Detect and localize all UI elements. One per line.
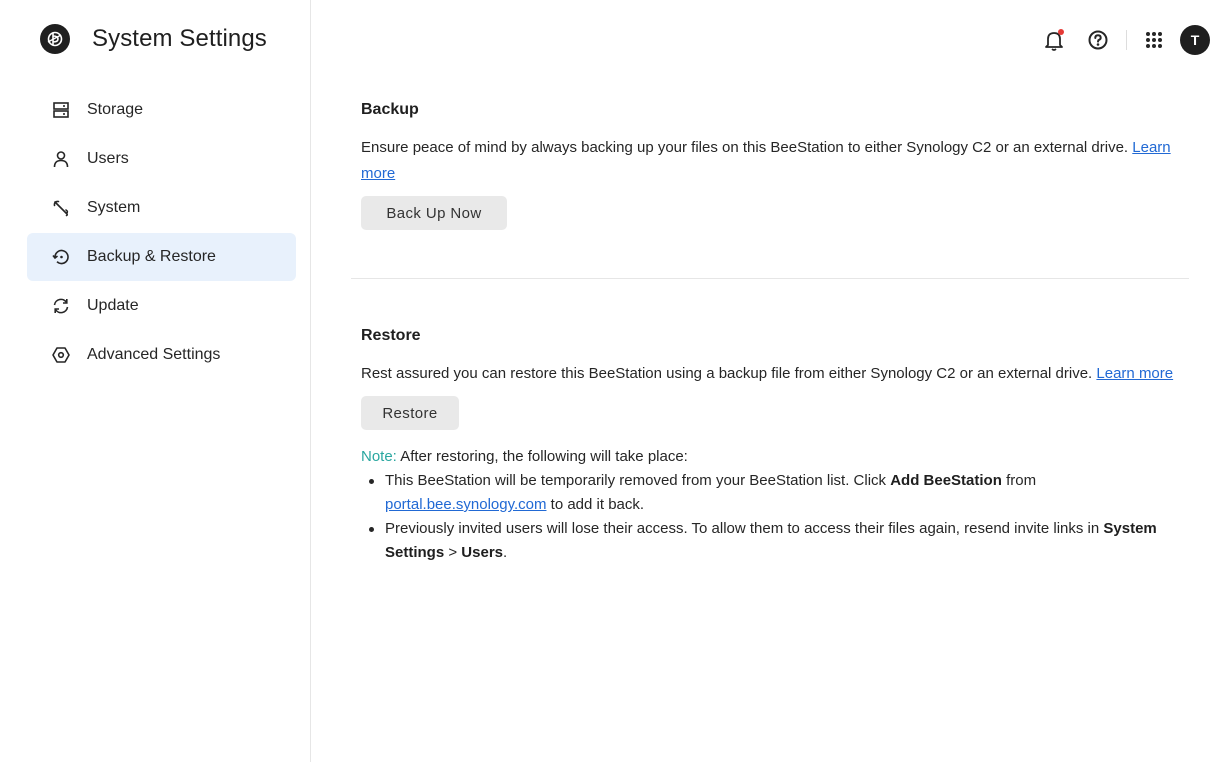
back-up-now-button[interactable]: Back Up Now xyxy=(361,196,507,230)
avatar-initial: T xyxy=(1180,25,1210,55)
sidebar-item-update[interactable]: Update xyxy=(27,282,296,330)
sidebar-item-label: Storage xyxy=(87,101,144,118)
sidebar-item-system[interactable]: System xyxy=(27,184,296,232)
restore-description: Rest assured you can restore this BeeSta… xyxy=(361,361,1181,387)
sidebar-item-backup-restore[interactable]: Backup & Restore xyxy=(27,233,296,281)
restore-learn-more-link[interactable]: Learn more xyxy=(1096,365,1173,382)
sidebar-item-users[interactable]: Users xyxy=(27,135,296,183)
note-item-text: Previously invited users will lose their… xyxy=(385,520,1100,537)
app-header: System Settings xyxy=(40,24,267,54)
user-icon xyxy=(51,149,71,169)
note-item-end: . xyxy=(503,544,508,561)
backup-description-text: Ensure peace of mind by always backing u… xyxy=(361,139,1129,156)
restore-note: Note: After restoring, the following wil… xyxy=(361,445,1181,565)
backup-description: Ensure peace of mind by always backing u… xyxy=(361,135,1181,187)
breadcrumb-separator: > xyxy=(448,544,458,561)
users-label: Users xyxy=(461,544,503,561)
note-item: Previously invited users will lose their… xyxy=(361,517,1181,565)
restore-title: Restore xyxy=(361,327,421,344)
note-list: This BeeStation will be temporarily remo… xyxy=(361,469,1181,565)
advanced-settings-icon xyxy=(51,345,71,365)
notification-bell-icon[interactable] xyxy=(1042,24,1066,56)
note-label: Note: xyxy=(361,448,397,465)
backup-section: Backup Ensure peace of mind by always ba… xyxy=(361,101,1181,230)
note-heading: Note: After restoring, the following wil… xyxy=(361,445,1181,469)
help-icon[interactable] xyxy=(1086,24,1110,56)
portal-link[interactable]: portal.bee.synology.com xyxy=(385,496,546,513)
section-divider xyxy=(351,278,1189,279)
sidebar-item-label: Users xyxy=(87,150,129,167)
app-title: System Settings xyxy=(92,25,267,52)
note-item: This BeeStation will be temporarily remo… xyxy=(361,469,1181,517)
wrench-icon xyxy=(51,198,71,218)
sidebar-item-label: System xyxy=(87,199,141,216)
beestation-logo-icon xyxy=(40,24,70,54)
sidebar-item-storage[interactable]: Storage xyxy=(27,86,296,134)
note-item-text: from xyxy=(1006,472,1037,489)
sidebar-nav: Storage Users System Backup & Restore Up… xyxy=(27,86,296,380)
backup-title: Backup xyxy=(361,101,419,118)
sidebar-item-label: Backup & Restore xyxy=(87,248,216,265)
topbar-divider xyxy=(1126,30,1127,50)
note-item-text: This BeeStation will be temporarily remo… xyxy=(385,472,887,489)
sidebar-item-label: Advanced Settings xyxy=(87,346,221,363)
update-icon xyxy=(51,296,71,316)
restore-button[interactable]: Restore xyxy=(361,396,459,430)
apps-grid-icon[interactable] xyxy=(1142,24,1166,56)
restore-section: Restore Rest assured you can restore thi… xyxy=(361,327,1181,565)
backup-restore-icon xyxy=(51,247,71,267)
note-text: After restoring, the following will take… xyxy=(400,448,688,465)
user-avatar[interactable]: T xyxy=(1180,25,1210,55)
sidebar-item-label: Update xyxy=(87,297,139,314)
sidebar-item-advanced-settings[interactable]: Advanced Settings xyxy=(27,331,296,379)
add-beestation-label: Add BeeStation xyxy=(890,472,1002,489)
sidebar: System Settings Storage Users System Bac… xyxy=(0,0,311,762)
note-item-text: to add it back. xyxy=(550,496,645,513)
notification-dot xyxy=(1058,29,1064,35)
storage-icon xyxy=(51,100,71,120)
restore-description-text: Rest assured you can restore this BeeSta… xyxy=(361,365,1093,382)
